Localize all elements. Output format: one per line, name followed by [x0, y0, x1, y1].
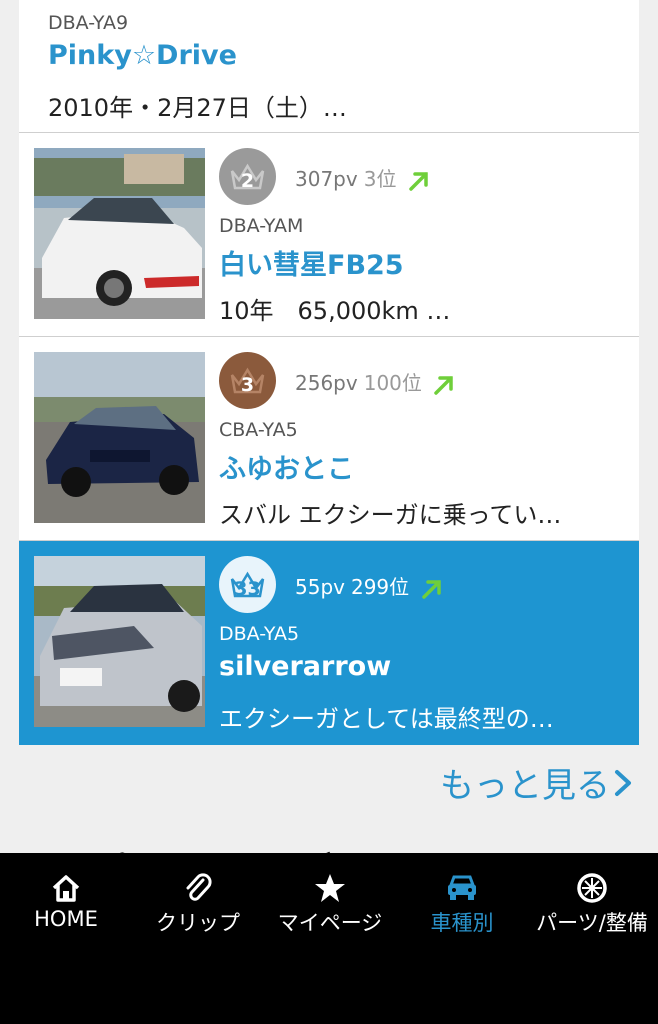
stats: 256pv 100位 — [295, 367, 456, 397]
star-icon — [315, 874, 345, 902]
ranking-card[interactable]: DBA-YA9 Pinky☆Drive 2010年・2月27日（土）… — [19, 0, 639, 133]
tab-parts[interactable]: パーツ/整備 — [526, 871, 658, 937]
car-description: 10年 65,000km … — [219, 297, 451, 325]
wheel-icon — [577, 873, 607, 903]
vehicle-code: DBA-YA9 — [48, 12, 129, 34]
rank-badge: 2 — [219, 148, 276, 205]
trend-up-icon — [434, 375, 454, 395]
page-views: 307pv — [295, 167, 358, 191]
tab-label: 車種別 — [430, 911, 494, 935]
page-views: 256pv — [295, 371, 358, 395]
tab-label: クリップ — [156, 911, 240, 935]
see-more-label: もっと見る — [440, 766, 610, 806]
page-views: 55pv — [295, 575, 345, 599]
vehicle-code: CBA-YA5 — [219, 419, 298, 441]
car-title[interactable]: ふゆおとこ — [219, 447, 354, 486]
rank-number: 2 — [240, 169, 255, 192]
stats: 307pv 3位 — [295, 163, 431, 193]
car-title[interactable]: silverarrow — [219, 651, 391, 682]
stats: 55pv 299位 — [295, 571, 444, 601]
tab-clip[interactable]: クリップ — [132, 871, 264, 937]
car-thumbnail[interactable] — [34, 148, 205, 319]
ranking-card[interactable]: 2 307pv 3位 DBA-YAM 白い彗星FB25 10年 65,000km … — [19, 133, 639, 337]
rank-number: 3 — [240, 373, 255, 396]
bottom-tab-bar: HOME クリップ マイページ 車種別 パーツ/整備 — [0, 853, 658, 1024]
rank-badge: 33 — [219, 556, 276, 613]
rank-position: 299位 — [350, 575, 410, 599]
trend-up-icon — [409, 171, 428, 191]
car-description: スバル エクシーガに乗ってい… — [219, 501, 562, 529]
tab-label: HOME — [34, 907, 98, 931]
ranking-list: DBA-YA9 Pinky☆Drive 2010年・2月27日（土）… 2 30… — [19, 0, 639, 745]
trend-up-icon — [421, 579, 441, 599]
tab-car-types[interactable]: 車種別 — [396, 871, 528, 937]
paperclip-icon — [186, 873, 212, 901]
car-thumbnail[interactable] — [34, 556, 205, 727]
car-thumbnail[interactable] — [34, 352, 205, 523]
rank-position: 100位 — [363, 371, 422, 395]
car-title[interactable]: 白い彗星FB25 — [219, 243, 404, 282]
tab-label: パーツ/整備 — [536, 911, 648, 935]
rank-number: 33 — [234, 577, 261, 600]
vehicle-code: DBA-YAM — [219, 215, 304, 237]
car-icon — [448, 875, 476, 900]
tab-home[interactable]: HOME — [0, 871, 132, 931]
ranking-card-selected[interactable]: 33 55pv 299位 DBA-YA5 silverarrow エクシーガとして… — [19, 541, 639, 745]
car-description: エクシーガとしては最終型の… — [219, 705, 554, 733]
ranking-card[interactable]: 3 256pv 100位 CBA-YA5 ふゆおとこ スバル エクシーガに乗ってい… — [19, 337, 639, 541]
home-icon — [52, 875, 80, 902]
vehicle-code: DBA-YA5 — [219, 623, 300, 645]
tab-label: マイページ — [277, 911, 383, 935]
car-title[interactable]: Pinky☆Drive — [48, 40, 237, 71]
car-description: 2010年・2月27日（土）… — [48, 94, 347, 122]
rank-position: 3位 — [363, 167, 397, 191]
see-more-link[interactable]: もっと見る — [440, 758, 636, 807]
rank-badge: 3 — [219, 352, 276, 409]
chevron-right-icon — [615, 769, 631, 796]
tab-mypage[interactable]: マイページ — [264, 871, 396, 937]
